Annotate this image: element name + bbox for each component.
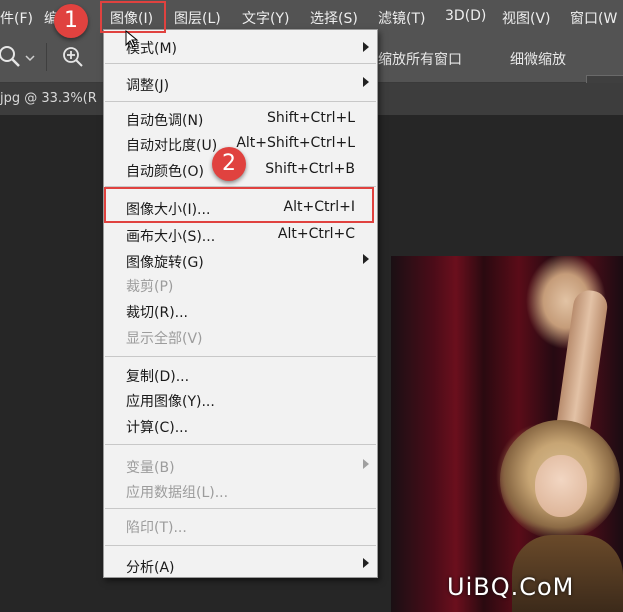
menu-item-trim[interactable]: 裁切(R)... [126, 302, 188, 322]
menu-separator [105, 508, 376, 509]
submenu-arrow-icon [363, 42, 369, 52]
document-tab-title[interactable]: jpg @ 33.3%(R [0, 91, 97, 106]
menu-file[interactable]: 件(F) [0, 8, 33, 28]
menu-3d[interactable]: 3D(D) [445, 8, 486, 24]
submenu-arrow-icon [363, 77, 369, 87]
menu-item-canvas-size[interactable]: 画布大小(S)... [126, 226, 215, 246]
zoom-tool-icon[interactable] [0, 45, 22, 69]
image-size-highlight-box [104, 187, 374, 223]
menu-separator [105, 356, 376, 357]
menu-view[interactable]: 视图(V) [502, 8, 551, 28]
shortcut-auto-tone: Shift+Ctrl+L [267, 110, 355, 126]
shortcut-auto-color: Shift+Ctrl+B [265, 161, 355, 177]
menu-type[interactable]: 文字(Y) [242, 8, 289, 28]
menu-item-analysis[interactable]: 分析(A) [126, 557, 175, 577]
menu-item-auto-contrast[interactable]: 自动对比度(U) [126, 135, 217, 155]
menu-item-adjustments[interactable]: 调整(J) [126, 75, 169, 95]
menu-item-trap: 陷印(T)... [126, 520, 187, 536]
menu-select[interactable]: 选择(S) [310, 8, 358, 28]
menu-separator [105, 101, 376, 102]
menu-item-auto-color[interactable]: 自动颜色(O) [126, 161, 204, 181]
image-menu-dropdown: 模式(M) 调整(J) 自动色调(N) Shift+Ctrl+L 自动对比度(U… [103, 29, 378, 578]
menu-item-apply-data-set: 应用数据组(L)... [126, 485, 229, 501]
menu-filter[interactable]: 滤镜(T) [378, 8, 425, 28]
image-menu-highlight-box [100, 1, 166, 33]
menu-layer[interactable]: 图层(L) [174, 8, 221, 28]
fit-all-windows-label[interactable]: 缩放所有窗口 [378, 49, 462, 69]
chevron-down-icon[interactable] [25, 55, 35, 62]
menu-item-reveal-all: 显示全部(V) [126, 331, 203, 347]
watermark-text: UiBQ.CoM [447, 573, 575, 601]
menu-separator [105, 63, 376, 64]
toolbar-divider [46, 43, 47, 71]
submenu-arrow-icon [363, 558, 369, 568]
menu-item-apply-image[interactable]: 应用图像(Y)... [126, 391, 215, 411]
mouse-cursor-icon [125, 30, 139, 48]
step-1-badge: 1 [54, 4, 88, 38]
menu-item-variables: 变量(B) [126, 460, 175, 476]
menu-window[interactable]: 窗口(W [570, 8, 617, 28]
submenu-arrow-icon [363, 459, 369, 469]
menu-separator [105, 545, 376, 546]
scrubby-zoom-label[interactable]: 细微缩放 [510, 49, 566, 69]
menu-separator [105, 444, 376, 445]
menu-item-auto-tone[interactable]: 自动色调(N) [126, 110, 203, 130]
step-2-badge: 2 [212, 147, 246, 181]
menu-item-crop: 裁剪(P) [126, 279, 174, 295]
menu-item-image-rotation[interactable]: 图像旋转(G) [126, 252, 204, 272]
photo-face [535, 455, 587, 517]
menu-item-calculations[interactable]: 计算(C)... [126, 417, 188, 437]
submenu-arrow-icon [363, 254, 369, 264]
shortcut-canvas-size: Alt+Ctrl+C [277, 226, 355, 242]
zoom-in-icon[interactable] [62, 46, 84, 68]
shortcut-auto-contrast: Alt+Shift+Ctrl+L [236, 135, 355, 151]
menu-item-duplicate[interactable]: 复制(D)... [126, 366, 189, 386]
